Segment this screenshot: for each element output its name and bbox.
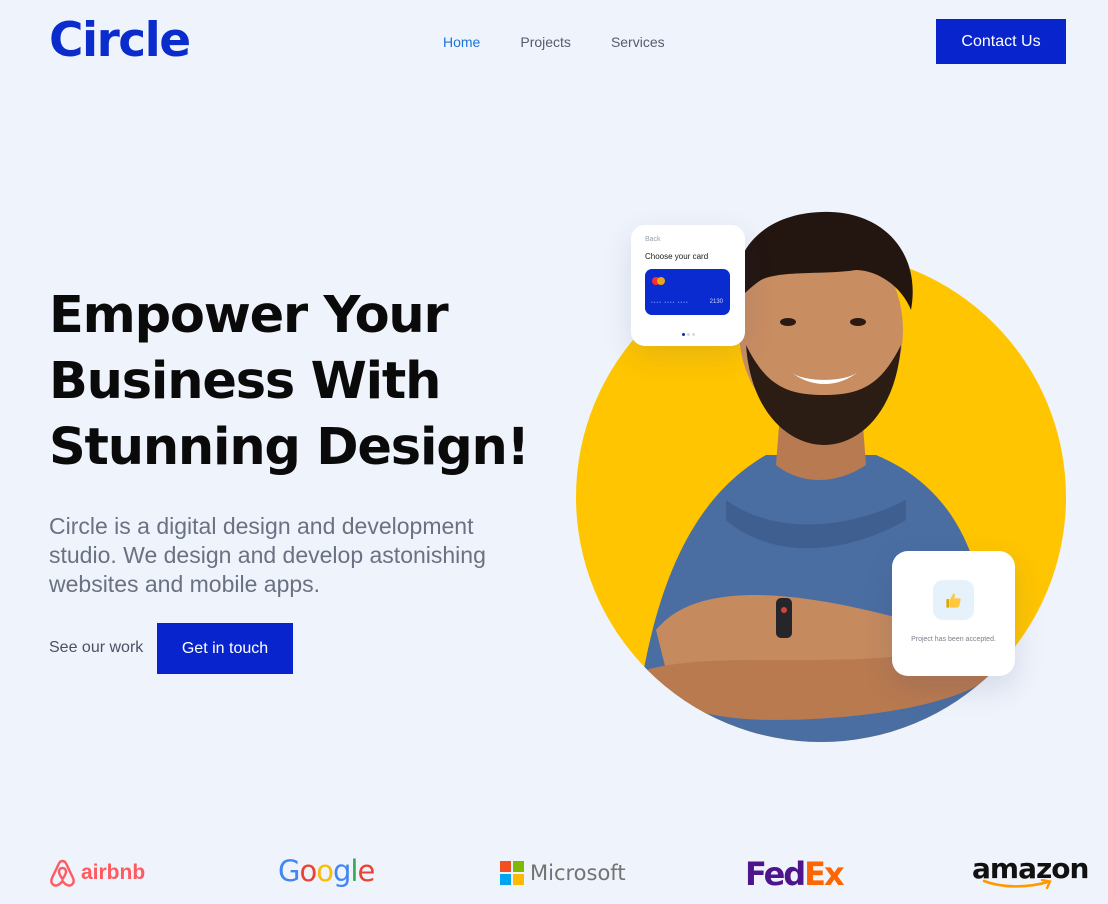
project-accepted-widget: Project has been accepted. — [892, 551, 1015, 676]
fedex-wordmark-ex: Ex — [804, 855, 844, 893]
get-in-touch-button[interactable]: Get in touch — [157, 623, 293, 674]
contact-us-button[interactable]: Contact Us — [936, 19, 1066, 64]
client-logos: airbnb Google Microsoft Fed Ex amazon — [0, 850, 1108, 895]
microsoft-logo: Microsoft — [500, 861, 626, 885]
google-wordmark: Google — [278, 854, 375, 888]
brand-logo[interactable]: Circle — [49, 12, 191, 70]
card-masked-digits: •••• •••• •••• — [651, 300, 689, 306]
fedex-logo: Fed Ex — [745, 855, 845, 893]
credit-card[interactable]: •••• •••• •••• 2130 — [645, 269, 730, 315]
hero-subtitle-line: Circle is a digital design and developme… — [49, 513, 474, 539]
back-link[interactable]: Back — [645, 236, 661, 243]
nav-home[interactable]: Home — [443, 33, 480, 51]
nav-projects[interactable]: Projects — [520, 33, 571, 51]
thumbs-up-icon — [933, 580, 974, 620]
amazon-smile-icon — [982, 879, 1052, 889]
fedex-wordmark-fed: Fed — [745, 855, 806, 893]
hero-subtitle: Circle is a digital design and developme… — [49, 512, 529, 599]
airbnb-logo: airbnb — [49, 858, 145, 888]
hero-title: Empower Your Business With Stunning Desi… — [49, 283, 569, 481]
amazon-logo: amazon — [972, 852, 1089, 889]
hero-title-line: Empower Your — [49, 286, 449, 345]
choose-card-title: Choose your card — [645, 252, 709, 261]
main-nav: Home Projects Services — [443, 33, 665, 51]
carousel-dots — [682, 333, 695, 336]
mastercard-icon — [652, 277, 666, 285]
airbnb-wordmark: airbnb — [81, 861, 146, 884]
choose-card-widget: Back Choose your card •••• •••• •••• 213… — [631, 225, 745, 346]
airbnb-icon — [50, 859, 75, 887]
microsoft-icon — [500, 861, 524, 885]
hero-title-line: Stunning Design! — [49, 418, 530, 477]
microsoft-wordmark: Microsoft — [530, 861, 626, 885]
google-logo: Google — [278, 854, 375, 888]
hero-subtitle-line: studio. We design and develop astonishin… — [49, 542, 486, 568]
hero-title-line: Business With — [49, 352, 441, 411]
hero-subtitle-line: websites and mobile apps. — [49, 571, 321, 597]
card-number: 2130 — [709, 299, 723, 305]
see-our-work-link[interactable]: See our work — [49, 638, 143, 658]
nav-services[interactable]: Services — [611, 33, 665, 51]
project-accepted-text: Project has been accepted. — [911, 636, 996, 643]
